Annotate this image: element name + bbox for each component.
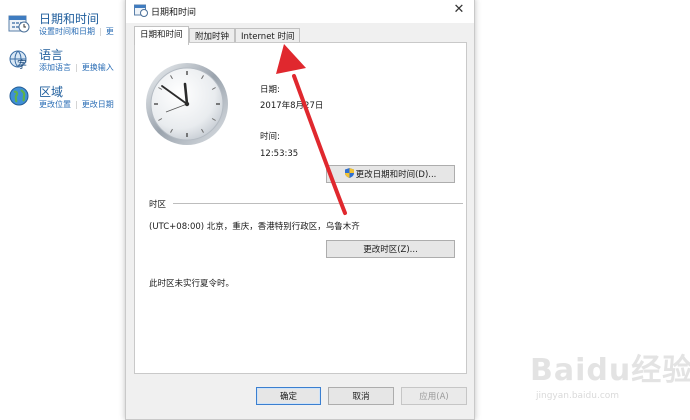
change-datetime-button[interactable]: 更改日期和时间(D)... (326, 165, 455, 183)
change-datetime-label: 更改日期和时间(D)... (355, 170, 437, 180)
cp-link-change-date-format[interactable]: 更改日期 (82, 100, 114, 109)
timezone-divider (173, 203, 463, 204)
cp-links-language: 添加语言 | 更换输入 (39, 63, 114, 72)
time-label: 时间: (260, 132, 280, 142)
ok-button[interactable]: 确定 (256, 387, 321, 405)
change-timezone-button[interactable]: 更改时区(Z)... (326, 240, 455, 258)
tab-internet-time-label: Internet 时间 (241, 32, 295, 42)
watermark-url: jingyan.baidu.com (536, 391, 620, 401)
change-timezone-label: 更改时区(Z)... (363, 245, 418, 255)
cancel-button-label: 取消 (352, 392, 370, 402)
watermark-brand: Baidu经验 (530, 353, 690, 388)
cp-links-datetime: 设置时间和日期 | 更 (39, 27, 114, 36)
dst-note: 此时区未实行夏令时。 (149, 279, 235, 289)
cp-link-more[interactable]: 更 (106, 27, 114, 36)
uac-shield-icon (344, 168, 354, 178)
tab-date-time[interactable]: 日期和时间 (134, 26, 189, 45)
cp-link-set-time[interactable]: 设置时间和日期 (39, 27, 95, 36)
language-icon: 字 (9, 50, 27, 70)
dialog-title: 日期和时间 (151, 8, 197, 18)
timezone-header: 时区 (149, 200, 167, 210)
apply-button-label: 应用(A) (419, 392, 449, 402)
cancel-button[interactable]: 取消 (328, 387, 394, 405)
cp-title-region[interactable]: 区域 (39, 83, 63, 100)
clock-calendar-icon (8, 15, 30, 33)
globe-icon (9, 86, 29, 106)
tab-date-time-label: 日期和时间 (140, 30, 183, 40)
tab-panel-date-time: 日期: 2017年8月27日 时间: 12:53:35 更改日期和时间(D)..… (134, 42, 467, 374)
analog-clock (146, 63, 228, 145)
cp-link-add-language[interactable]: 添加语言 (39, 63, 71, 72)
close-button[interactable]: ✕ (444, 0, 474, 23)
cp-links-region: 更改位置 | 更改日期 (39, 100, 114, 109)
date-value: 2017年8月27日 (260, 101, 324, 111)
baidu-watermark: Baidu经验 jingyan.baidu.com (530, 345, 690, 405)
cp-title-datetime[interactable]: 日期和时间 (39, 10, 99, 27)
cp-title-language[interactable]: 语言 (39, 46, 63, 63)
tab-additional-clocks-label: 附加时钟 (195, 32, 230, 42)
cp-link-change-input[interactable]: 更换输入 (82, 63, 114, 72)
apply-button: 应用(A) (401, 387, 467, 405)
close-icon: ✕ (453, 2, 465, 17)
dialog-titlebar[interactable]: 日期和时间 ✕ (126, 0, 474, 23)
clock-calendar-icon (134, 4, 148, 17)
date-label: 日期: (260, 85, 280, 95)
time-value: 12:53:35 (260, 149, 299, 159)
ok-button-label: 确定 (279, 392, 297, 402)
cp-link-change-location[interactable]: 更改位置 (39, 100, 71, 109)
svg-text:字: 字 (17, 58, 27, 70)
timezone-value: (UTC+08:00) 北京，重庆，香港特别行政区，乌鲁木齐 (149, 222, 360, 232)
datetime-dialog: 日期和时间 ✕ 日期和时间 附加时钟 Internet 时间 日期: 2017年… (125, 0, 475, 420)
